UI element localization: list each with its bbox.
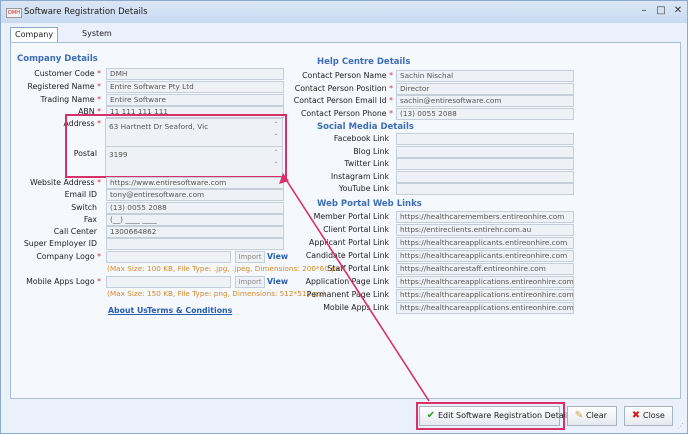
broom-icon: ✎: [574, 410, 584, 421]
registration-window: DMH Software Registration Details – □ ✕ …: [0, 0, 688, 434]
edit-registration-button[interactable]: ✔ Edit Software Registration Details: [419, 406, 572, 426]
checkmark-icon: ✔: [426, 410, 436, 421]
close-button[interactable]: ✖ Close: [624, 406, 673, 426]
annotation-arrow: [279, 173, 430, 402]
clear-button[interactable]: ✎ Clear: [567, 406, 617, 426]
resize-grip-icon[interactable]: ⋰: [677, 422, 684, 430]
close-x-icon: ✖: [631, 410, 641, 421]
